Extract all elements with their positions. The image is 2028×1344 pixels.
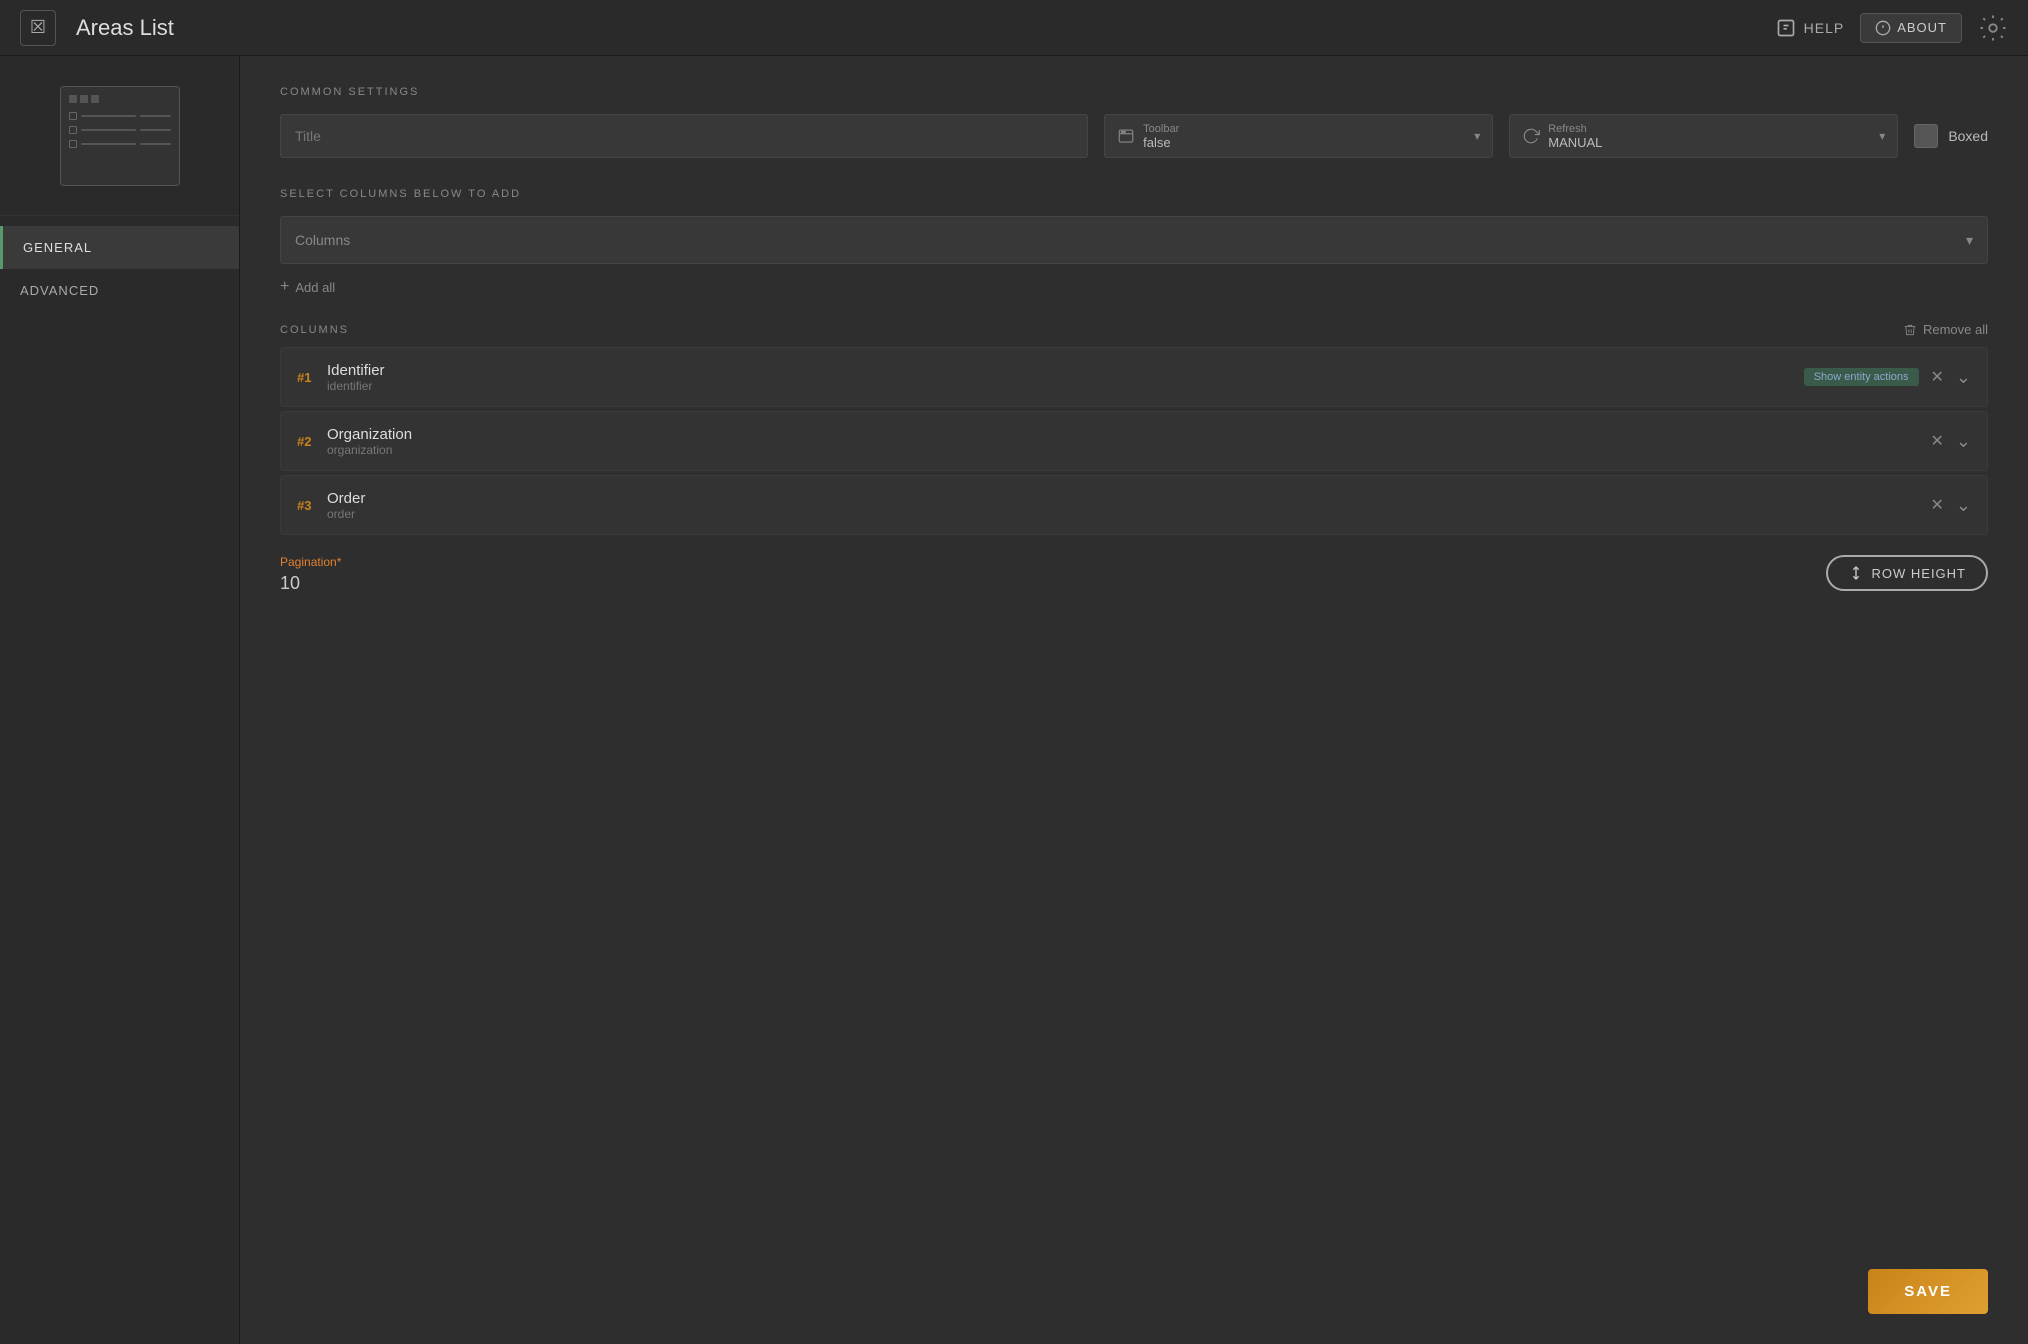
remove-all-label: Remove all <box>1923 322 1988 337</box>
col-expand-button[interactable]: ⌄ <box>1956 495 1971 516</box>
row-height-button[interactable]: ROW HEIGHT <box>1826 555 1989 591</box>
col-actions: ✕ ⌄ <box>1931 431 1972 452</box>
col-name: Organization <box>327 426 1931 443</box>
add-all-label: Add all <box>295 280 335 295</box>
col-close-button[interactable]: ✕ <box>1931 431 1944 451</box>
preview-dot <box>69 95 77 103</box>
preview-row-line-short <box>140 115 171 117</box>
boxed-checkbox[interactable] <box>1914 124 1938 148</box>
col-num: #3 <box>297 498 327 513</box>
toolbar-content: Toolbar false <box>1143 123 1474 150</box>
col-name: Order <box>327 490 1931 507</box>
col-actions: ✕ ⌄ <box>1931 495 1972 516</box>
sidebar-item-general[interactable]: GENERAL <box>0 226 239 269</box>
col-info: Identifier identifier <box>327 362 1804 393</box>
col-info: Organization organization <box>327 426 1931 457</box>
remove-all-button[interactable]: Remove all <box>1903 322 1988 337</box>
preview-widget-container <box>0 56 239 216</box>
plus-icon: + <box>280 278 289 296</box>
columns-placeholder: Columns <box>295 232 350 248</box>
toolbar-arrow-icon: ▾ <box>1474 129 1480 143</box>
col-actions: ✕ ⌄ <box>1931 367 1972 388</box>
col-close-button[interactable]: ✕ <box>1931 367 1944 387</box>
preview-row-icon <box>69 126 77 134</box>
preview-widget <box>60 86 180 186</box>
preview-row-line <box>81 129 136 131</box>
required-asterisk: * <box>337 555 342 569</box>
save-button[interactable]: SAVE <box>1868 1269 1988 1314</box>
trash-icon <box>1903 323 1917 337</box>
page-title: Areas List <box>76 15 1776 41</box>
preview-row <box>69 111 171 121</box>
main-layout: GENERAL ADVANCED COMMON SETTINGS <box>0 56 2028 1344</box>
preview-row-icon <box>69 140 77 148</box>
sidebar-item-advanced[interactable]: ADVANCED <box>0 269 239 312</box>
preview-dot <box>80 95 88 103</box>
close-icon: ☒ <box>30 17 46 38</box>
pagination-field: Pagination* 10 <box>280 555 1806 594</box>
col-name: Identifier <box>327 362 1804 379</box>
toolbar-field: Toolbar false ▾ <box>1104 114 1493 158</box>
columns-select[interactable]: Columns ▾ <box>280 216 1988 264</box>
about-button[interactable]: ABOUT <box>1860 13 1962 43</box>
preview-row-icon <box>69 112 77 120</box>
col-num: #2 <box>297 434 327 449</box>
row-height-icon <box>1848 565 1864 581</box>
table-row: #3 Order order ✕ ⌄ <box>280 475 1988 535</box>
preview-row-line-short <box>140 129 171 131</box>
sidebar: GENERAL ADVANCED <box>0 56 240 1344</box>
col-expand-button[interactable]: ⌄ <box>1956 367 1971 388</box>
refresh-arrow-icon: ▾ <box>1879 129 1885 143</box>
select-columns-label: SELECT COLUMNS BELOW TO ADD <box>280 188 1988 200</box>
boxed-field: Boxed <box>1914 124 1988 148</box>
close-button[interactable]: ☒ <box>20 10 56 46</box>
row-height-label: ROW HEIGHT <box>1872 566 1967 581</box>
preview-row-line <box>81 115 136 117</box>
help-icon <box>1776 18 1796 38</box>
col-num: #1 <box>297 370 327 385</box>
preview-row <box>69 125 171 135</box>
help-button[interactable]: HELP <box>1776 18 1845 38</box>
show-entity-actions-badge: Show entity actions <box>1804 368 1919 386</box>
col-info: Order order <box>327 490 1931 521</box>
columns-select-arrow-icon: ▾ <box>1966 232 1973 249</box>
preview-row-line <box>81 143 136 145</box>
table-row: #2 Organization organization ✕ ⌄ <box>280 411 1988 471</box>
preview-row-line-short <box>140 143 171 145</box>
about-icon <box>1875 20 1891 36</box>
preview-dot <box>91 95 99 103</box>
preview-menubar <box>69 95 171 103</box>
gear-icon[interactable] <box>1978 13 2008 43</box>
toolbar-select[interactable]: Toolbar false ▾ <box>1104 114 1493 158</box>
common-settings-label: COMMON SETTINGS <box>280 86 1988 98</box>
table-row: #1 Identifier identifier Show entity act… <box>280 347 1988 407</box>
add-all-button[interactable]: + Add all <box>280 272 1988 302</box>
column-rows-container: #1 Identifier identifier Show entity act… <box>280 347 1988 535</box>
bottom-section: Pagination* 10 ROW HEIGHT <box>280 555 1988 594</box>
content-area: COMMON SETTINGS Toolbar false ▾ <box>240 56 2028 1344</box>
refresh-field: Refresh MANUAL ▾ <box>1509 114 1898 158</box>
columns-section-label: COLUMNS <box>280 324 349 336</box>
col-key: order <box>327 507 1931 521</box>
col-key: identifier <box>327 379 1804 393</box>
save-button-container: SAVE <box>1868 1269 1988 1314</box>
preview-row <box>69 139 171 149</box>
col-expand-button[interactable]: ⌄ <box>1956 431 1971 452</box>
refresh-content: Refresh MANUAL <box>1548 123 1879 150</box>
header: ☒ Areas List HELP ABOUT <box>0 0 2028 56</box>
pagination-label: Pagination* <box>280 555 1806 569</box>
refresh-select[interactable]: Refresh MANUAL ▾ <box>1509 114 1898 158</box>
col-close-button[interactable]: ✕ <box>1931 495 1944 515</box>
toolbar-icon <box>1117 127 1135 145</box>
refresh-icon <box>1522 127 1540 145</box>
col-key: organization <box>327 443 1931 457</box>
boxed-label: Boxed <box>1948 128 1988 144</box>
pagination-value[interactable]: 10 <box>280 573 1806 594</box>
header-actions: HELP ABOUT <box>1776 13 2008 43</box>
columns-section: Columns ▾ + Add all <box>280 216 1988 302</box>
sidebar-nav: GENERAL ADVANCED <box>0 216 239 312</box>
columns-header: COLUMNS Remove all <box>280 322 1988 337</box>
title-input[interactable] <box>280 114 1088 158</box>
common-settings-row: Toolbar false ▾ Refresh MANUAL <box>280 114 1988 158</box>
